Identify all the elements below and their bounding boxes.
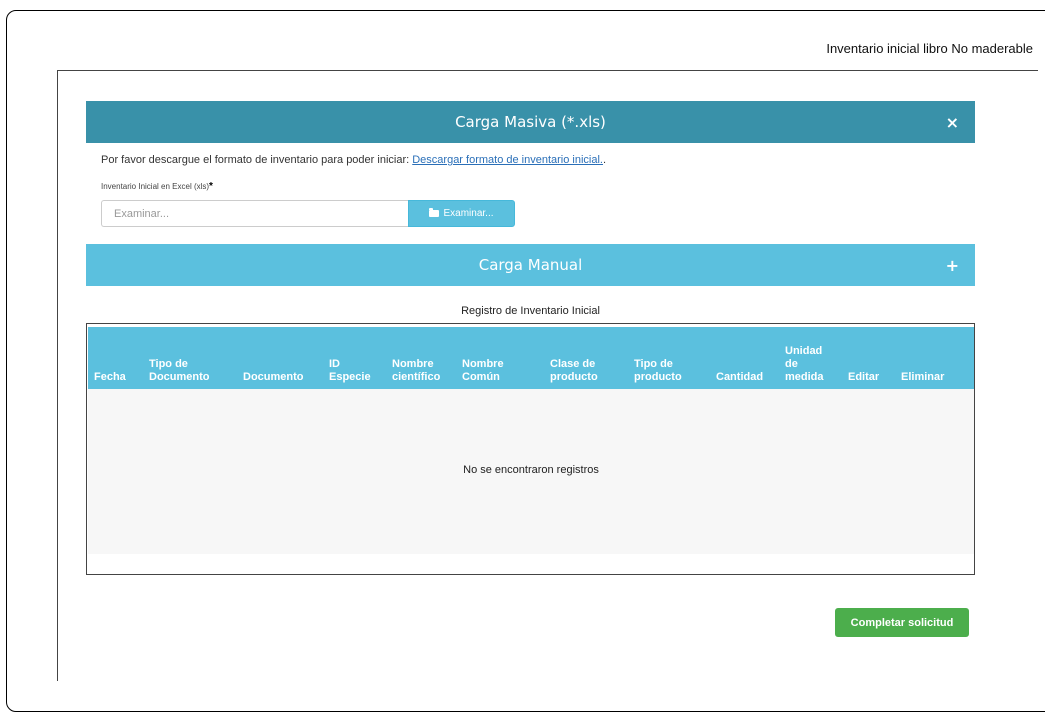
page-title: Inventario inicial libro No maderable — [826, 41, 1033, 56]
header-line: Editar — [848, 371, 880, 383]
header-documento: Documento — [243, 371, 304, 384]
header-line: científico — [392, 371, 441, 383]
header-line: Eliminar — [901, 371, 945, 383]
header-line: de — [785, 358, 798, 370]
file-path-input[interactable] — [101, 200, 409, 227]
instruction-text: Por favor descargue el formato de invent… — [101, 154, 413, 166]
inventory-table: Fecha Tipo de Documento Documento ID Especie N… — [86, 323, 975, 575]
header-id-especie: ID Especie — [329, 358, 371, 384]
header-nombre-cientifico: Nombre científico — [392, 358, 440, 384]
header-line: medida — [785, 371, 824, 383]
header-line: producto — [634, 371, 682, 383]
header-line: Cantidad — [716, 371, 764, 383]
plus-icon[interactable]: + — [946, 244, 959, 286]
header-line: Nombre — [392, 358, 434, 370]
carga-masiva-header: Carga Masiva (*.xls) × — [86, 101, 975, 143]
carga-manual-title: Carga Manual — [478, 256, 583, 274]
table-caption: Registro de Inventario Inicial — [461, 305, 600, 317]
header-line: Nombre — [462, 358, 504, 370]
header-tipo-producto: Tipo de producto — [634, 358, 682, 384]
folder-icon — [429, 208, 440, 217]
instruction-end: . — [603, 154, 607, 166]
header-line: Documento — [149, 371, 210, 383]
download-format-link[interactable]: Descargar formato de inventario inicial. — [412, 154, 603, 166]
empty-table-message: No se encontraron registros — [463, 464, 599, 476]
header-line: ID — [329, 358, 340, 370]
header-line: Tipo de — [634, 358, 673, 370]
table-header-row: Fecha Tipo de Documento Documento ID Especie N… — [88, 327, 974, 389]
header-line: Especie — [329, 371, 371, 383]
file-field-label: Inventario Inicial en Excel (xls)* — [101, 181, 213, 192]
header-line: Unidad — [785, 345, 823, 357]
header-line: Común — [462, 371, 500, 383]
header-unidad-medida: Unidad de medida — [785, 345, 824, 384]
carga-masiva-title: Carga Masiva (*.xls) — [455, 113, 606, 131]
header-nombre-comun: Nombre Común — [462, 358, 504, 384]
header-tipo-documento: Tipo de Documento — [149, 358, 210, 384]
header-eliminar: Eliminar — [901, 371, 944, 384]
header-line: Fecha — [94, 371, 126, 383]
download-instruction: Por favor descargue el formato de invent… — [101, 154, 606, 166]
header-line: Documento — [243, 371, 304, 383]
close-icon[interactable]: × — [946, 101, 959, 143]
complete-request-button[interactable]: Completar solicitud — [835, 608, 969, 637]
carga-manual-header[interactable]: Carga Manual + — [86, 244, 975, 286]
header-fecha: Fecha — [94, 371, 126, 384]
header-cantidad: Cantidad — [716, 371, 763, 384]
file-label-text: Inventario Inicial en Excel (xls) — [101, 182, 210, 191]
header-clase-producto: Clase de producto — [550, 358, 598, 384]
header-editar: Editar — [848, 371, 879, 384]
header-line: producto — [550, 371, 598, 383]
header-line: Tipo de — [149, 358, 188, 370]
browse-button[interactable]: Examinar... — [408, 200, 515, 227]
required-mark: * — [209, 181, 213, 192]
browse-button-label: Examinar... — [443, 208, 494, 219]
table-body: No se encontraron registros — [88, 389, 974, 554]
header-line: Clase de — [550, 358, 596, 370]
